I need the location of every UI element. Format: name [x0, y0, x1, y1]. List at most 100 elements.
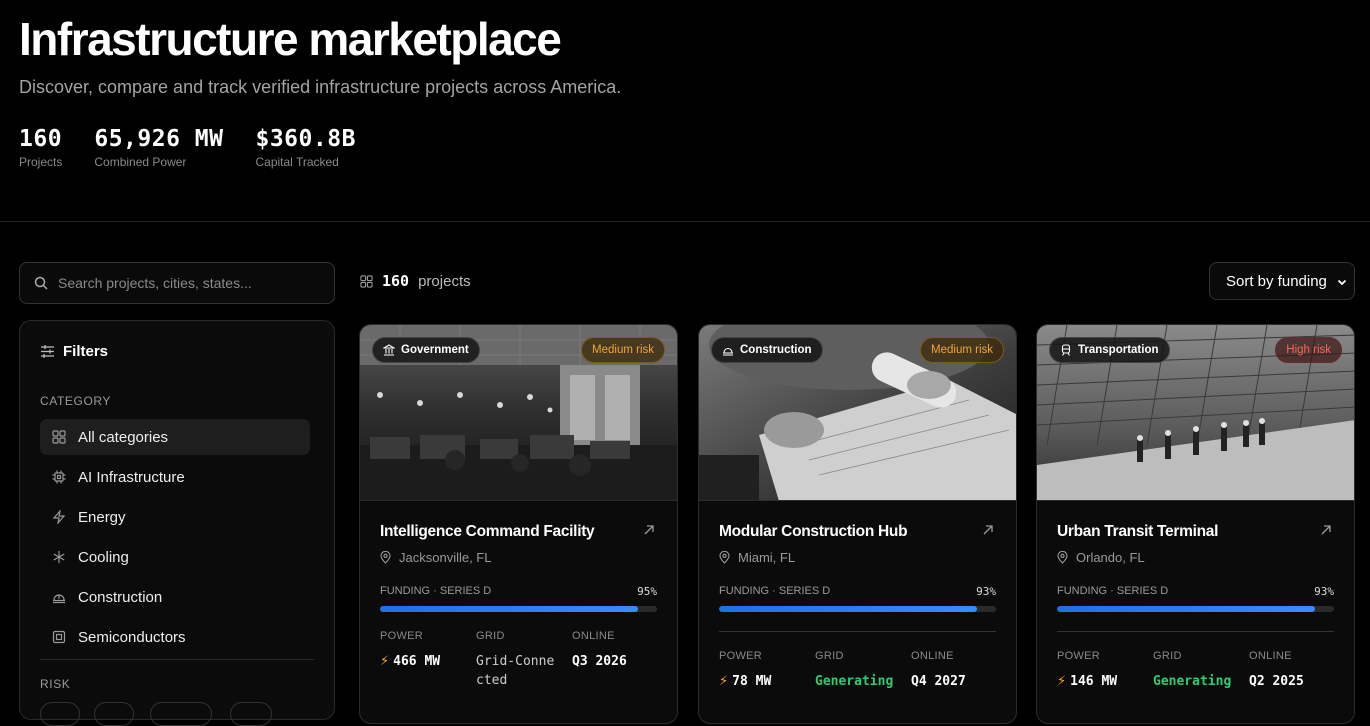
risk-badge: Medium risk	[920, 337, 1004, 363]
meta-power: POWER ⚡ 466 MW	[380, 630, 476, 690]
card-divider	[1057, 631, 1334, 632]
meta-label: POWER	[719, 650, 763, 662]
map-pin-icon	[1057, 551, 1068, 564]
funding-row: FUNDING · SERIES D 95%	[380, 585, 657, 598]
meta-label: ONLINE	[572, 630, 615, 642]
category-cooling[interactable]: Cooling	[40, 539, 310, 575]
location-text: Jacksonville, FL	[399, 550, 492, 565]
category-badge: Government	[372, 337, 480, 363]
sliders-icon	[40, 345, 55, 358]
stat-label: Combined Power	[94, 155, 187, 169]
category-badge: Construction	[711, 337, 823, 363]
power-value: 78 MW	[732, 674, 772, 689]
project-count-number: 160	[382, 272, 410, 290]
meta-grid: GRID Generating	[815, 650, 911, 691]
project-location: Orlando, FL	[1057, 550, 1145, 565]
arrow-up-right-icon[interactable]	[1320, 523, 1332, 541]
grid-value: Generating	[1153, 674, 1232, 689]
category-badge-label: Transportation	[1078, 344, 1159, 356]
category-label-text: Semiconductors	[78, 628, 186, 646]
filters-heading: Filters	[40, 343, 108, 360]
meta-value: ⚡ 78 MW	[719, 672, 815, 691]
meta-value: ⚡ 146 MW	[1057, 672, 1153, 691]
search-input[interactable]	[58, 275, 318, 291]
cpu-icon	[52, 630, 66, 644]
sort-select-value: Sort by funding	[1226, 272, 1327, 290]
bolt-icon	[52, 510, 66, 524]
category-construction[interactable]: Construction	[40, 579, 310, 615]
filters-divider	[40, 659, 314, 660]
stat-label: Capital Tracked	[255, 155, 339, 169]
project-image: Government Medium risk	[360, 325, 677, 501]
filters-panel: Filters CATEGORY All categories AI Infra…	[19, 320, 335, 726]
funding-progress	[1057, 606, 1334, 612]
funding-row: FUNDING · SERIES D 93%	[1057, 585, 1334, 598]
category-label-text: Construction	[78, 588, 163, 606]
project-count-label: projects	[418, 272, 471, 290]
map-pin-icon	[380, 551, 391, 564]
funding-progress	[380, 606, 657, 612]
hardhat-icon	[52, 590, 66, 604]
location-text: Miami, FL	[738, 550, 796, 565]
online-value: Q2 2025	[1249, 674, 1304, 689]
category-energy[interactable]: Energy	[40, 499, 310, 535]
category-label-text: Energy	[78, 508, 126, 526]
category-label-text: All categories	[78, 428, 169, 446]
category-semiconductors[interactable]: Semiconductors	[40, 619, 310, 655]
bolt-icon: ⚡	[380, 654, 390, 669]
category-badge-label: Construction	[740, 344, 812, 356]
category-badge-label: Government	[401, 344, 469, 356]
category-all[interactable]: All categories	[40, 419, 310, 455]
category-label-text: AI Infrastructure	[78, 468, 185, 486]
category-ai-infrastructure[interactable]: AI Infrastructure	[40, 459, 310, 495]
sort-select[interactable]: Sort by funding	[1209, 262, 1355, 300]
hero-header: Infrastructure marketplace Discover, com…	[0, 0, 1370, 222]
funding-label: FUNDING · SERIES D	[719, 585, 831, 597]
funding-progress-fill	[1057, 606, 1315, 612]
risk-badge: Medium risk	[581, 337, 665, 363]
risk-label: RISK	[40, 677, 71, 691]
meta-label: POWER	[380, 630, 424, 642]
project-image: Transportation High risk	[1037, 325, 1354, 501]
risk-chip[interactable]	[94, 702, 134, 726]
train-icon	[1060, 344, 1072, 356]
grid-icon	[360, 274, 373, 288]
grid-value: Generating	[815, 674, 894, 689]
project-title: Modular Construction Hub	[719, 523, 908, 540]
meta-online: ONLINE Q3 2026	[572, 630, 668, 690]
project-card[interactable]: Government Medium risk Intelligence Comm…	[359, 324, 678, 724]
arrow-up-right-icon[interactable]	[643, 523, 655, 541]
meta-power: POWER ⚡ 146 MW	[1057, 650, 1153, 691]
chip-icon	[52, 470, 66, 484]
project-meta: POWER ⚡ 146 MW GRID Generating ONLINE Q2 …	[1057, 650, 1345, 691]
filters-title: Filters	[63, 343, 109, 360]
location-text: Orlando, FL	[1076, 550, 1145, 565]
page-subtitle: Discover, compare and track verified inf…	[19, 77, 622, 97]
category-badge: Transportation	[1049, 337, 1170, 363]
project-card[interactable]: Construction Medium risk Modular Constru…	[698, 324, 1017, 724]
online-value: Q3 2026	[572, 654, 627, 669]
search-box[interactable]	[19, 262, 335, 304]
stat-power: 65,926 MW Combined Power	[94, 126, 223, 169]
project-image: Construction Medium risk	[699, 325, 1016, 501]
meta-value: ⚡ 466 MW	[380, 652, 476, 671]
arrow-up-right-icon[interactable]	[982, 523, 994, 541]
project-title: Intelligence Command Facility	[380, 523, 595, 540]
power-value: 146 MW	[1070, 674, 1118, 689]
risk-chip[interactable]	[230, 702, 272, 726]
funding-progress-fill	[380, 606, 638, 612]
search-icon	[34, 276, 48, 290]
risk-chip[interactable]	[150, 702, 212, 726]
bank-icon	[383, 344, 395, 356]
meta-label: GRID	[1153, 650, 1182, 662]
bolt-icon: ⚡	[1057, 674, 1067, 689]
funding-percent: 93%	[1314, 585, 1334, 598]
grid-value: Grid-Connected	[476, 654, 555, 688]
card-divider	[719, 631, 996, 632]
project-card[interactable]: Transportation High risk Urban Transit T…	[1036, 324, 1355, 724]
funding-percent: 93%	[976, 585, 996, 598]
project-count: 160 projects	[360, 272, 471, 290]
category-label-text: Cooling	[78, 548, 129, 566]
stat-value: $360.8B	[255, 126, 356, 152]
risk-chip[interactable]	[40, 702, 80, 726]
